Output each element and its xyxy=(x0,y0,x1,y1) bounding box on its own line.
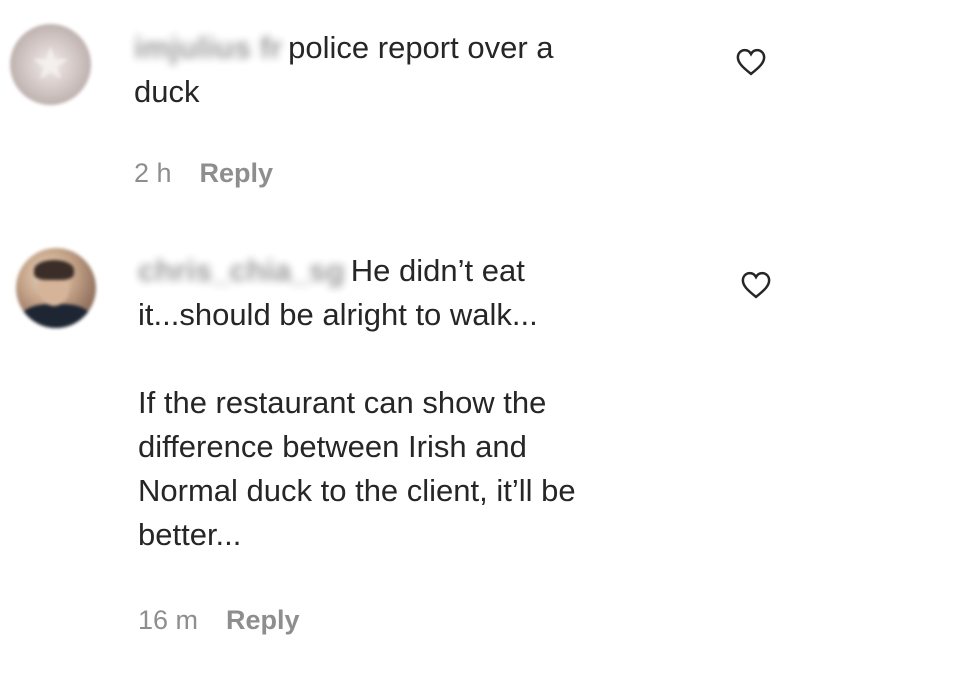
avatar[interactable] xyxy=(10,24,91,105)
comment-meta: 2 h Reply xyxy=(134,157,273,189)
comment-text: imjulius fr police report over a duck xyxy=(134,26,654,114)
comment-meta: 16 m Reply xyxy=(138,604,300,636)
heart-icon[interactable] xyxy=(741,271,771,299)
avatar[interactable] xyxy=(16,248,96,328)
username[interactable]: chris_chia_sg xyxy=(138,249,345,293)
avatar-hair xyxy=(34,260,74,280)
timestamp: 2 h xyxy=(134,158,172,188)
comment-text: chris_chia_sg He didn’t eat it...should b… xyxy=(138,249,698,557)
comment-body: He didn’t eat it...should be alright to … xyxy=(138,253,576,552)
reply-button[interactable]: Reply xyxy=(226,605,300,635)
avatar-image xyxy=(32,46,69,80)
heart-icon[interactable] xyxy=(736,48,766,76)
timestamp: 16 m xyxy=(138,605,199,635)
reply-button[interactable]: Reply xyxy=(200,158,274,188)
avatar-image xyxy=(22,304,90,328)
username[interactable]: imjulius fr xyxy=(134,26,282,70)
